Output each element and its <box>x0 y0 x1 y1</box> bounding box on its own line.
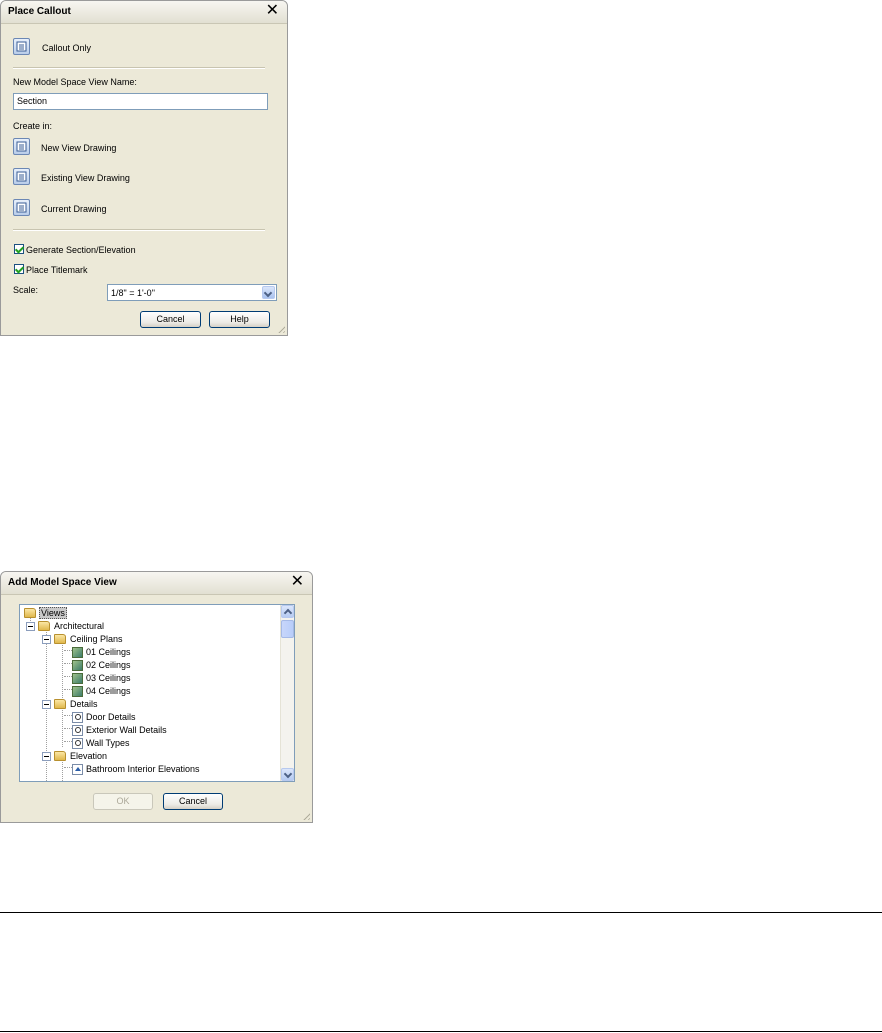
resize-grip[interactable] <box>276 324 285 333</box>
folder-icon <box>54 634 66 644</box>
tree-node-label: Exterior Wall Details <box>86 725 167 735</box>
collapse-icon[interactable] <box>26 622 35 631</box>
tree-node-label: Ceiling Plans <box>70 634 123 644</box>
cancel-button[interactable]: Cancel <box>163 793 223 810</box>
existing-view-drawing-label: Existing View Drawing <box>41 173 130 183</box>
tree-node-label: 01 Ceilings <box>86 647 131 657</box>
scale-label: Scale: <box>13 285 39 295</box>
horizontal-rule <box>0 1031 882 1032</box>
collapse-icon[interactable] <box>42 635 51 644</box>
new-view-drawing-button[interactable] <box>13 138 30 155</box>
tree-node-label: Door Details <box>86 712 136 722</box>
tree-line <box>62 707 63 747</box>
scale-value: 1/8" = 1'-0" <box>111 288 155 298</box>
view-drawing-icon <box>16 202 27 213</box>
tree-line <box>64 676 72 677</box>
chevron-down-icon[interactable] <box>262 286 275 299</box>
place-callout-titlebar[interactable]: Place Callout ✕ <box>1 1 287 24</box>
dialog-title: Add Model Space View <box>8 577 117 588</box>
tree-scrollbar[interactable] <box>280 605 294 781</box>
tree-node-label: 02 Ceilings <box>86 660 131 670</box>
collapse-icon[interactable] <box>42 752 51 761</box>
view-drawing-icon <box>16 41 27 52</box>
close-icon[interactable]: ✕ <box>266 2 279 20</box>
tree-line <box>64 663 72 664</box>
folder-icon <box>38 621 50 631</box>
callout-only-button[interactable] <box>13 38 30 55</box>
tree-line <box>62 642 63 700</box>
ceiling-view-icon <box>72 673 83 684</box>
view-name-input[interactable]: Section <box>13 93 268 110</box>
tree-node-label: 03 Ceilings <box>86 673 131 683</box>
scale-select[interactable]: 1/8" = 1'-0" <box>107 284 277 301</box>
create-in-label: Create in: <box>13 121 53 131</box>
ceiling-view-icon <box>72 647 83 658</box>
callout-only-label: Callout Only <box>42 43 92 53</box>
scroll-down-icon[interactable] <box>281 768 294 781</box>
tree-line <box>64 741 72 742</box>
add-model-space-view-dialog: Add Model Space View ✕ Views Architectur… <box>0 571 313 823</box>
tree-node-label: Bathroom Interior Elevations <box>86 764 200 774</box>
folder-icon <box>24 608 36 618</box>
resize-grip[interactable] <box>301 811 310 820</box>
separator <box>13 229 265 231</box>
close-icon[interactable]: ✕ <box>291 573 304 591</box>
ceiling-view-icon <box>72 660 83 671</box>
view-drawing-icon <box>16 141 27 152</box>
tree-node-label: Views <box>39 607 67 619</box>
tree-line <box>64 728 72 729</box>
tree-node-label: Architectural <box>54 621 105 631</box>
new-view-drawing-label: New View Drawing <box>41 143 117 153</box>
help-button[interactable]: Help <box>209 311 270 328</box>
generate-section-checkbox[interactable] <box>14 244 24 254</box>
tree-line <box>64 650 72 651</box>
ceiling-view-icon <box>72 686 83 697</box>
generate-section-label: Generate Section/Elevation <box>26 245 136 255</box>
tree-line <box>64 715 72 716</box>
add-view-titlebar[interactable]: Add Model Space View ✕ <box>1 572 312 595</box>
cancel-button[interactable]: Cancel <box>140 311 201 328</box>
folder-icon <box>54 699 66 709</box>
horizontal-rule <box>0 912 882 913</box>
tree-line <box>62 759 63 781</box>
elevation-view-icon <box>72 764 83 775</box>
folder-icon <box>54 751 66 761</box>
tree-node-label: Elevation <box>70 751 108 761</box>
existing-view-drawing-button[interactable] <box>13 168 30 185</box>
tree-line <box>64 689 72 690</box>
tree-line <box>64 767 72 768</box>
tree-node-label: 04 Ceilings <box>86 686 131 696</box>
detail-view-icon <box>72 738 83 749</box>
current-drawing-label: Current Drawing <box>41 204 107 214</box>
place-callout-dialog: Place Callout ✕ Callout Only New Model S… <box>0 0 288 336</box>
detail-view-icon <box>72 712 83 723</box>
tree-node-label: Wall Types <box>86 738 130 748</box>
view-drawing-icon <box>16 171 27 182</box>
current-drawing-button[interactable] <box>13 199 30 216</box>
views-tree[interactable]: Views Architectural Ceiling Plans 01 Cei… <box>19 604 295 782</box>
detail-view-icon <box>72 725 83 736</box>
view-name-value: Section <box>17 96 48 106</box>
place-titlemark-label: Place Titlemark <box>26 265 88 275</box>
tree-node-label: Details <box>70 699 98 709</box>
scroll-thumb[interactable] <box>281 620 294 638</box>
view-name-label: New Model Space View Name: <box>13 77 137 87</box>
dialog-title: Place Callout <box>8 6 71 17</box>
place-titlemark-checkbox[interactable] <box>14 264 24 274</box>
ok-button[interactable]: OK <box>93 793 153 810</box>
collapse-icon[interactable] <box>42 700 51 709</box>
separator <box>13 67 265 69</box>
scroll-up-icon[interactable] <box>281 605 294 618</box>
